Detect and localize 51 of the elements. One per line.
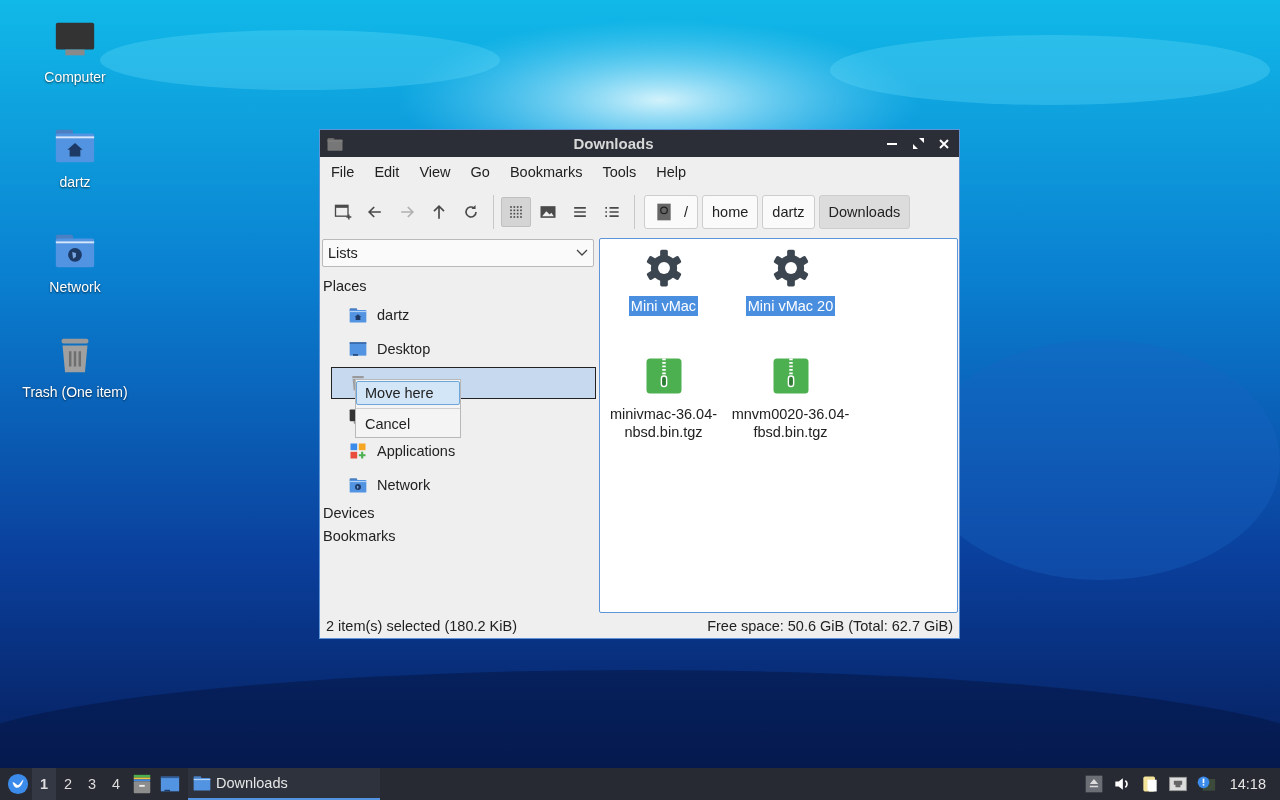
window-title: Downloads bbox=[572, 135, 655, 152]
menu-item[interactable]: View bbox=[409, 164, 461, 180]
close-icon bbox=[939, 138, 949, 149]
ethernet-icon bbox=[1167, 774, 1188, 794]
path-button[interactable]: / bbox=[644, 195, 699, 229]
apps-grid-icon bbox=[348, 441, 368, 461]
desktop-icon-label[interactable]: Network bbox=[49, 279, 101, 295]
free-space-status: Free space: 50.6 GiB (Total: 62.7 GiB) bbox=[707, 618, 953, 634]
home-folder-icon bbox=[348, 305, 368, 325]
new-window-icon bbox=[333, 202, 353, 222]
menu-item[interactable]: Help bbox=[646, 164, 697, 180]
workspace-button[interactable]: 2 bbox=[56, 768, 80, 800]
minimize-icon bbox=[887, 142, 897, 145]
task-button[interactable]: Downloads bbox=[188, 768, 380, 800]
side-pane-dropdown[interactable]: Lists bbox=[322, 239, 594, 267]
desktop-icon-label[interactable]: Trash (One item) bbox=[22, 384, 128, 400]
menu-item[interactable]: Edit bbox=[364, 164, 410, 180]
menu-item[interactable]: Cancel bbox=[356, 412, 460, 436]
selection-status: 2 item(s) selected (180.2 KiB) bbox=[326, 618, 517, 634]
desktop-icon bbox=[348, 339, 368, 359]
menu-item[interactable]: Bookmarks bbox=[499, 164, 593, 180]
path-button[interactable]: Downloads bbox=[818, 195, 911, 229]
workspace-button[interactable]: 3 bbox=[80, 768, 104, 800]
place-item[interactable]: dartz bbox=[331, 299, 596, 331]
menu-item[interactable]: Go bbox=[460, 164, 500, 180]
workspace-button[interactable]: 1 bbox=[32, 768, 56, 800]
file-name[interactable]: mnvm0020-36.04-fbsd.bin.tgz bbox=[729, 404, 852, 442]
place-item[interactable]: Network bbox=[331, 469, 596, 501]
workspace-button[interactable]: 4 bbox=[104, 768, 128, 800]
section-header[interactable]: Places bbox=[320, 275, 596, 298]
eject-icon bbox=[1083, 774, 1104, 794]
start-menu-icon bbox=[7, 773, 29, 795]
menu-item[interactable]: Tools bbox=[592, 164, 647, 180]
folder-icon bbox=[192, 773, 212, 793]
place-item[interactable]: Applications bbox=[331, 435, 596, 467]
section-header[interactable]: Bookmarks bbox=[320, 525, 596, 548]
path-button[interactable]: dartz bbox=[762, 195, 815, 229]
menu-item[interactable]: File bbox=[321, 164, 365, 180]
path-button[interactable]: home bbox=[702, 195, 759, 229]
file-cabinet-icon bbox=[131, 773, 153, 795]
view-mode-button[interactable] bbox=[501, 197, 531, 227]
menu-item[interactable]: Move here bbox=[356, 381, 460, 405]
drive-icon bbox=[654, 202, 674, 222]
notification-icon bbox=[1195, 774, 1216, 794]
caret-icon bbox=[576, 249, 588, 257]
maximize-icon bbox=[912, 138, 924, 149]
place-item[interactable]: Desktop bbox=[331, 333, 596, 365]
section-header[interactable]: Devices bbox=[320, 502, 596, 525]
clock[interactable]: 14:18 bbox=[1229, 776, 1266, 792]
globe-folder-icon bbox=[348, 475, 368, 495]
file-name[interactable]: minivmac-36.04-nbsd.bin.tgz bbox=[602, 404, 725, 442]
